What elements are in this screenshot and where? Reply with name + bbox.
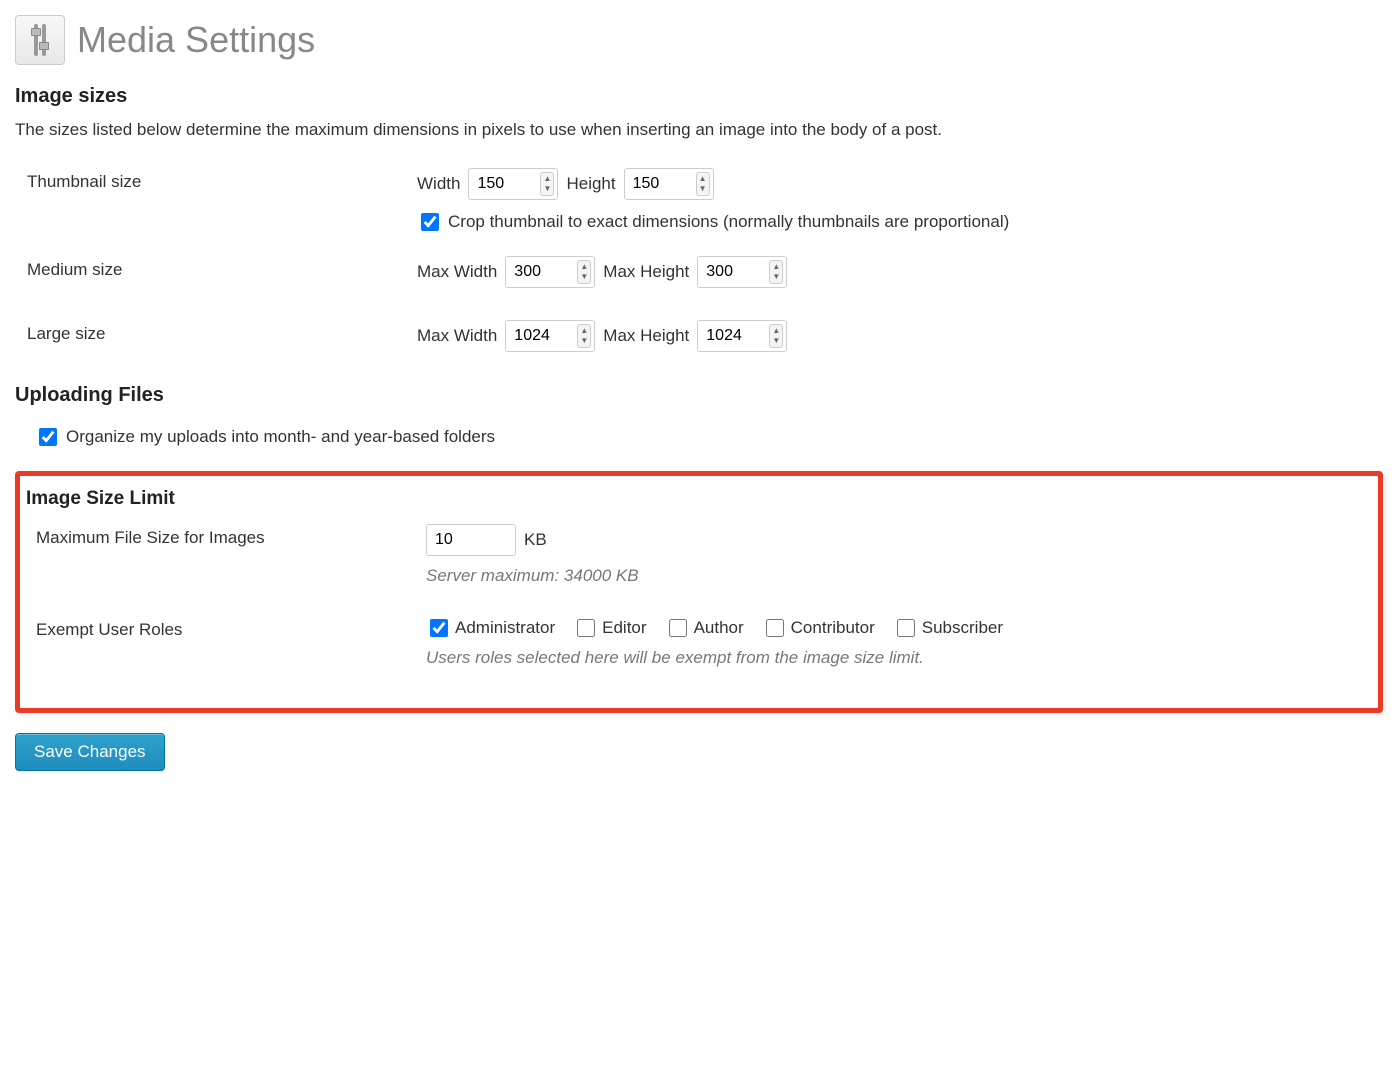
role-editor-checkbox[interactable] [577, 619, 595, 637]
medium-max-height-label: Max Height [603, 262, 689, 282]
role-author-label: Author [694, 618, 744, 638]
stepper-arrows-icon[interactable]: ▲▼ [696, 172, 710, 196]
image-sizes-heading: Image sizes [15, 85, 1383, 108]
crop-thumbnail-checkbox[interactable] [421, 213, 439, 231]
organize-uploads-label: Organize my uploads into month- and year… [66, 427, 495, 447]
max-file-size-input[interactable] [426, 524, 516, 556]
page-title: Media Settings [77, 19, 315, 61]
thumbnail-height-label: Height [566, 174, 615, 194]
image-size-limit-heading: Image Size Limit [26, 488, 1374, 510]
stepper-arrows-icon[interactable]: ▲▼ [577, 324, 591, 348]
save-changes-button[interactable]: Save Changes [15, 733, 165, 771]
exempt-roles-helper: Users roles selected here will be exempt… [426, 648, 1374, 668]
thumbnail-width-label: Width [417, 174, 460, 194]
large-row: Large size Max Width ▲▼ Max Height ▲▼ [27, 320, 1383, 362]
role-administrator-label: Administrator [455, 618, 555, 638]
sliders-icon [15, 15, 65, 65]
role-editor-label: Editor [602, 618, 646, 638]
stepper-arrows-icon[interactable]: ▲▼ [577, 260, 591, 284]
uploading-heading: Uploading Files [15, 384, 1383, 407]
role-administrator-checkbox[interactable] [430, 619, 448, 637]
server-max-text: Server maximum: 34000 KB [426, 566, 1374, 586]
exempt-roles-label: Exempt User Roles [36, 616, 426, 640]
stepper-arrows-icon[interactable]: ▲▼ [540, 172, 554, 196]
stepper-arrows-icon[interactable]: ▲▼ [769, 324, 783, 348]
medium-max-width-label: Max Width [417, 262, 497, 282]
page-title-row: Media Settings [15, 15, 1383, 65]
image-size-limit-panel: Image Size Limit Maximum File Size for I… [15, 471, 1383, 713]
role-contributor-checkbox[interactable] [766, 619, 784, 637]
role-author-checkbox[interactable] [669, 619, 687, 637]
large-max-width-label: Max Width [417, 326, 497, 346]
max-file-size-unit: KB [524, 530, 547, 550]
role-subscriber-label: Subscriber [922, 618, 1003, 638]
max-file-size-row: Maximum File Size for Images KB Server m… [36, 524, 1374, 586]
organize-uploads-checkbox[interactable] [39, 428, 57, 446]
medium-label: Medium size [27, 256, 417, 280]
max-file-size-label: Maximum File Size for Images [36, 524, 426, 548]
large-max-height-label: Max Height [603, 326, 689, 346]
image-sizes-description: The sizes listed below determine the max… [15, 120, 1383, 140]
crop-thumbnail-label: Crop thumbnail to exact dimensions (norm… [448, 212, 1009, 232]
role-contributor-label: Contributor [791, 618, 875, 638]
medium-row: Medium size Max Width ▲▼ Max Height ▲▼ [27, 256, 1383, 298]
stepper-arrows-icon[interactable]: ▲▼ [769, 260, 783, 284]
thumbnail-row: Thumbnail size Width ▲▼ Height ▲▼ Crop t… [27, 168, 1383, 234]
thumbnail-label: Thumbnail size [27, 168, 417, 192]
large-label: Large size [27, 320, 417, 344]
exempt-roles-row: Exempt User Roles Administrator Editor A… [36, 616, 1374, 668]
role-subscriber-checkbox[interactable] [897, 619, 915, 637]
